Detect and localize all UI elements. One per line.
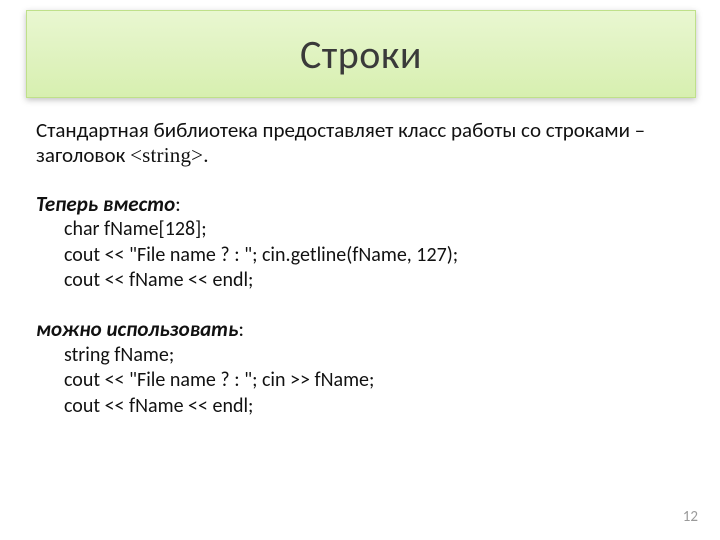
section1-heading-row: Теперь вместо: (36, 192, 686, 217)
intro-text: Стандартная библиотека предоставляет кла… (36, 118, 686, 168)
section1-colon: : (175, 191, 181, 217)
code-line: cout << "File name ? : "; cin.getline(fN… (64, 244, 686, 268)
title-box: Строки (26, 10, 696, 98)
code-line: cout << fName << endl; (64, 395, 686, 419)
code-line: string fName; (64, 344, 686, 368)
section2-colon: : (238, 316, 244, 342)
section2-code: string fName; cout << "File name ? : "; … (64, 344, 686, 419)
intro-part1: Стандартная библиотека предоставляет кла… (36, 117, 645, 168)
section2-heading: можно использовать (36, 316, 238, 342)
body-content: Стандартная библиотека предоставляет кла… (36, 118, 686, 421)
intro-header: <string> (130, 143, 203, 167)
code-line: char fName[128]; (64, 218, 686, 242)
code-line: cout << "File name ? : "; cin >> fName; (64, 369, 686, 393)
slide: Строки Стандартная библиотека предоставл… (0, 0, 720, 540)
section1-code: char fName[128]; cout << "File name ? : … (64, 218, 686, 293)
slide-title: Строки (300, 30, 422, 79)
page-number: 12 (683, 508, 698, 526)
section1-heading: Теперь вместо (36, 191, 175, 217)
intro-part2: . (203, 142, 208, 168)
code-line: cout << fName << endl; (64, 269, 686, 293)
section2-heading-row: можно использовать: (36, 317, 686, 342)
